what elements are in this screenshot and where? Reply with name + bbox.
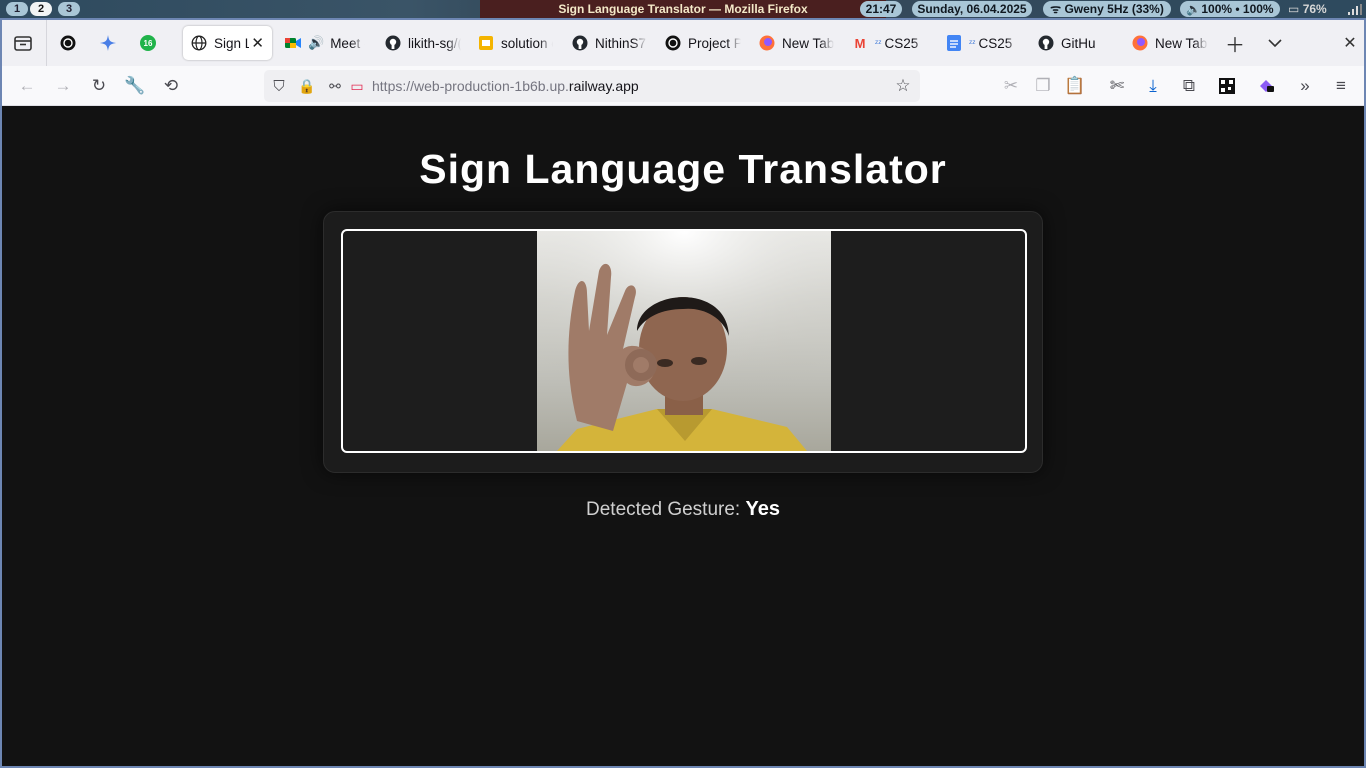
paste-icon[interactable]: 📋 (1064, 75, 1086, 97)
close-tab-icon[interactable]: ✕ (251, 34, 264, 52)
gmail-icon: M (854, 35, 866, 51)
tab-label: Sign L (214, 35, 250, 51)
detected-gesture: Detected Gesture: Yes (2, 498, 1364, 521)
history-icon[interactable]: ⟲ (160, 75, 182, 97)
gemini-icon (100, 35, 116, 51)
wifi-label: Gweny 5Hz (33%) (1064, 2, 1164, 16)
openai-icon (60, 35, 76, 51)
url-bar[interactable]: ⛉ 🔒 ⚯ ▭ https://web-production-1b6b.up.r… (264, 70, 920, 102)
system-top-bar: 1 2 3 Sign Language Translator — Mozilla… (0, 0, 1366, 18)
github-icon (385, 35, 401, 51)
video-frame (341, 229, 1027, 453)
reload-button[interactable]: ↻ (88, 75, 110, 97)
google-docs-icon (946, 35, 962, 51)
qr-code-icon[interactable] (1216, 75, 1238, 97)
gesture-value: Yes (745, 498, 780, 520)
openai-icon (665, 35, 681, 51)
page-content: Sign Language Translator Detected Gestur… (2, 106, 1364, 766)
tab-likith-github[interactable]: likith-sg/( (385, 26, 461, 60)
workspace-3-button[interactable]: 3 (58, 2, 80, 16)
close-window-icon[interactable]: ✕ (1339, 32, 1361, 54)
forward-button[interactable]: → (52, 75, 74, 97)
tab-github[interactable]: GitHu (1038, 26, 1113, 60)
screenshot-icon[interactable]: ✄ (1106, 75, 1128, 97)
extension-lock-icon[interactable] (1256, 75, 1278, 97)
speaker-icon[interactable]: 🔊 (308, 35, 324, 51)
navigation-toolbar: ← → ↻ 🔧 ⟲ ⛉ 🔒 ⚯ ▭ https://web-production… (2, 66, 1364, 106)
workspace-1-button[interactable]: 1 (6, 2, 28, 16)
gesture-label: Detected Gesture: (586, 499, 746, 520)
tab-gemini[interactable] (100, 26, 120, 60)
more-tools-icon[interactable]: » (1294, 75, 1316, 97)
url-text[interactable]: https://web-production-1b6b.up.railway.a… (372, 78, 639, 94)
copy-icon[interactable]: ❐ (1032, 75, 1054, 97)
github-icon (572, 35, 588, 51)
downloads-icon[interactable]: ⤓ (1142, 75, 1164, 97)
firefox-icon (759, 35, 775, 51)
shield-icon[interactable]: ⛉ (268, 75, 290, 97)
google-meet-icon (285, 35, 301, 51)
permissions-icon[interactable]: ⚯ (324, 75, 346, 97)
new-tab-button[interactable]: ＋ (1224, 32, 1246, 57)
tab-meet[interactable]: 🔊 Meet - (285, 26, 365, 60)
battery-status[interactable]: ▭ 76% (1288, 0, 1332, 18)
tab-nithins-github[interactable]: NithinS7 (572, 26, 647, 60)
globe-icon (191, 35, 207, 51)
tab-project[interactable]: Project P (665, 26, 741, 60)
volume-label: 100% • 100% (1201, 2, 1274, 16)
wifi-icon: ᯤ (1050, 2, 1062, 16)
tab-solution[interactable]: solution c (478, 26, 553, 60)
badge-icon: 16 (140, 35, 156, 51)
tab-bar: 16 Sign L ✕ 🔊 Meet - likith-sg/( solutio… (2, 20, 1364, 66)
firefox-icon (1132, 35, 1148, 51)
webcam-feed (537, 231, 831, 451)
firefox-view-icon[interactable] (12, 32, 34, 54)
tab-notifications[interactable]: 16 (140, 26, 160, 60)
list-all-tabs-button[interactable] (1264, 32, 1286, 54)
extensions-icon[interactable]: ⧉ (1178, 75, 1200, 97)
cut-icon[interactable]: ✂ (1000, 75, 1022, 97)
github-icon (1038, 35, 1054, 51)
battery-icon: ▭ (1288, 2, 1300, 16)
video-card (323, 211, 1043, 473)
speaker-icon: 🔈 (1186, 2, 1202, 16)
clock[interactable]: 21:47 (860, 1, 902, 17)
page-title: Sign Language Translator (419, 146, 947, 192)
tab-docs-cs25[interactable]: ᶻᶻ CS25 (946, 26, 1020, 60)
date[interactable]: Sunday, 06.04.2025 (912, 1, 1032, 17)
google-slides-icon (478, 35, 494, 51)
tab-sign-language-translator[interactable]: Sign L ✕ (183, 26, 272, 60)
camera-icon[interactable]: ▭ (346, 75, 368, 97)
tab-divider (46, 20, 47, 66)
battery-label: 76% (1302, 2, 1327, 16)
webcam-person-image (537, 231, 831, 451)
tab-new-tab[interactable]: New Tab (759, 26, 834, 60)
tab-openai[interactable] (60, 26, 80, 60)
menu-icon[interactable]: ≡ (1330, 75, 1352, 97)
workspace-2-button[interactable]: 2 (30, 2, 52, 16)
tab-gmail-cs25[interactable]: M ᶻᶻ CS25 (852, 26, 927, 60)
wifi-status[interactable]: ᯤ Gweny 5Hz (33%) (1043, 1, 1171, 17)
wrench-icon[interactable]: 🔧 (124, 75, 146, 97)
sleep-icon: ᶻᶻ (969, 38, 976, 48)
back-button[interactable]: ← (16, 75, 38, 97)
lock-icon[interactable]: 🔒 (296, 75, 318, 97)
bookmark-star-icon[interactable]: ☆ (892, 75, 914, 97)
tab-new-tab-2[interactable]: New Tab (1132, 26, 1208, 60)
tab-label: GitHu (1061, 35, 1096, 51)
sleep-icon: ᶻᶻ (875, 38, 882, 48)
volume-status[interactable]: 🔈100% • 100% (1180, 1, 1280, 17)
browser-window: 16 Sign L ✕ 🔊 Meet - likith-sg/( solutio… (0, 18, 1366, 768)
signal-strength-icon (1348, 4, 1362, 15)
window-title: Sign Language Translator — Mozilla Firef… (480, 0, 886, 18)
